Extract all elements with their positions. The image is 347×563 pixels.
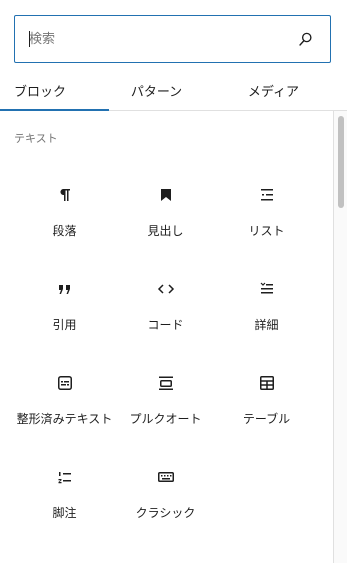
block-label: テーブル (242, 412, 291, 426)
block-item-preformatted[interactable]: 整形済みテキスト (14, 353, 115, 447)
list-icon (255, 183, 279, 207)
bookmark-heading-icon (154, 183, 178, 207)
search-input[interactable] (29, 16, 296, 62)
block-label: 見出し (147, 224, 184, 238)
block-item-footnotes[interactable]: 脚注 (14, 447, 115, 541)
block-item-paragraph[interactable]: 段落 (14, 165, 115, 259)
block-item-code[interactable]: コード (115, 259, 216, 353)
block-item-table[interactable]: テーブル (216, 353, 317, 447)
inserter-tabs: ブロック パターン メディア (0, 70, 347, 111)
search-icon[interactable] (296, 29, 316, 49)
block-label: 脚注 (52, 506, 77, 520)
preformatted-icon (53, 371, 77, 395)
scrollbar-thumb[interactable] (338, 116, 344, 208)
block-item-pullquote[interactable]: プルクオート (115, 353, 216, 447)
block-item-classic[interactable]: クラシック (115, 447, 216, 541)
block-label: 段落 (52, 224, 77, 238)
table-icon (255, 371, 279, 395)
block-item-list[interactable]: リスト (216, 165, 317, 259)
paragraph-icon (53, 183, 77, 207)
search-box[interactable] (14, 15, 331, 63)
text-caret (29, 31, 30, 47)
block-label: 詳細 (254, 318, 279, 332)
block-item-heading[interactable]: 見出し (115, 165, 216, 259)
details-icon (255, 277, 279, 301)
footnotes-icon (53, 465, 77, 489)
block-label: リスト (248, 224, 285, 238)
block-label: 整形済みテキスト (16, 412, 113, 426)
code-icon (154, 277, 178, 301)
block-label: コード (147, 318, 184, 332)
category-heading: テキスト (14, 132, 58, 145)
block-label: クラシック (135, 506, 196, 520)
pullquote-icon (154, 371, 178, 395)
block-label: プルクオート (129, 412, 202, 426)
block-grid: 段落 見出し リスト 引用 コード 詳細 整形済みテキスト プルクオート テーブ… (14, 165, 317, 541)
tab-blocks[interactable]: ブロック (0, 70, 109, 111)
block-item-quote[interactable]: 引用 (14, 259, 115, 353)
block-list-panel: テキスト 段落 見出し リスト 引用 コード 詳細 整形済みテキスト プルクオー… (0, 111, 333, 563)
keyboard-icon (154, 465, 178, 489)
tab-media[interactable]: メディア (204, 70, 347, 110)
block-item-details[interactable]: 詳細 (216, 259, 317, 353)
quote-icon (53, 277, 77, 301)
tab-patterns[interactable]: パターン (109, 70, 204, 110)
block-label: 引用 (52, 318, 77, 332)
